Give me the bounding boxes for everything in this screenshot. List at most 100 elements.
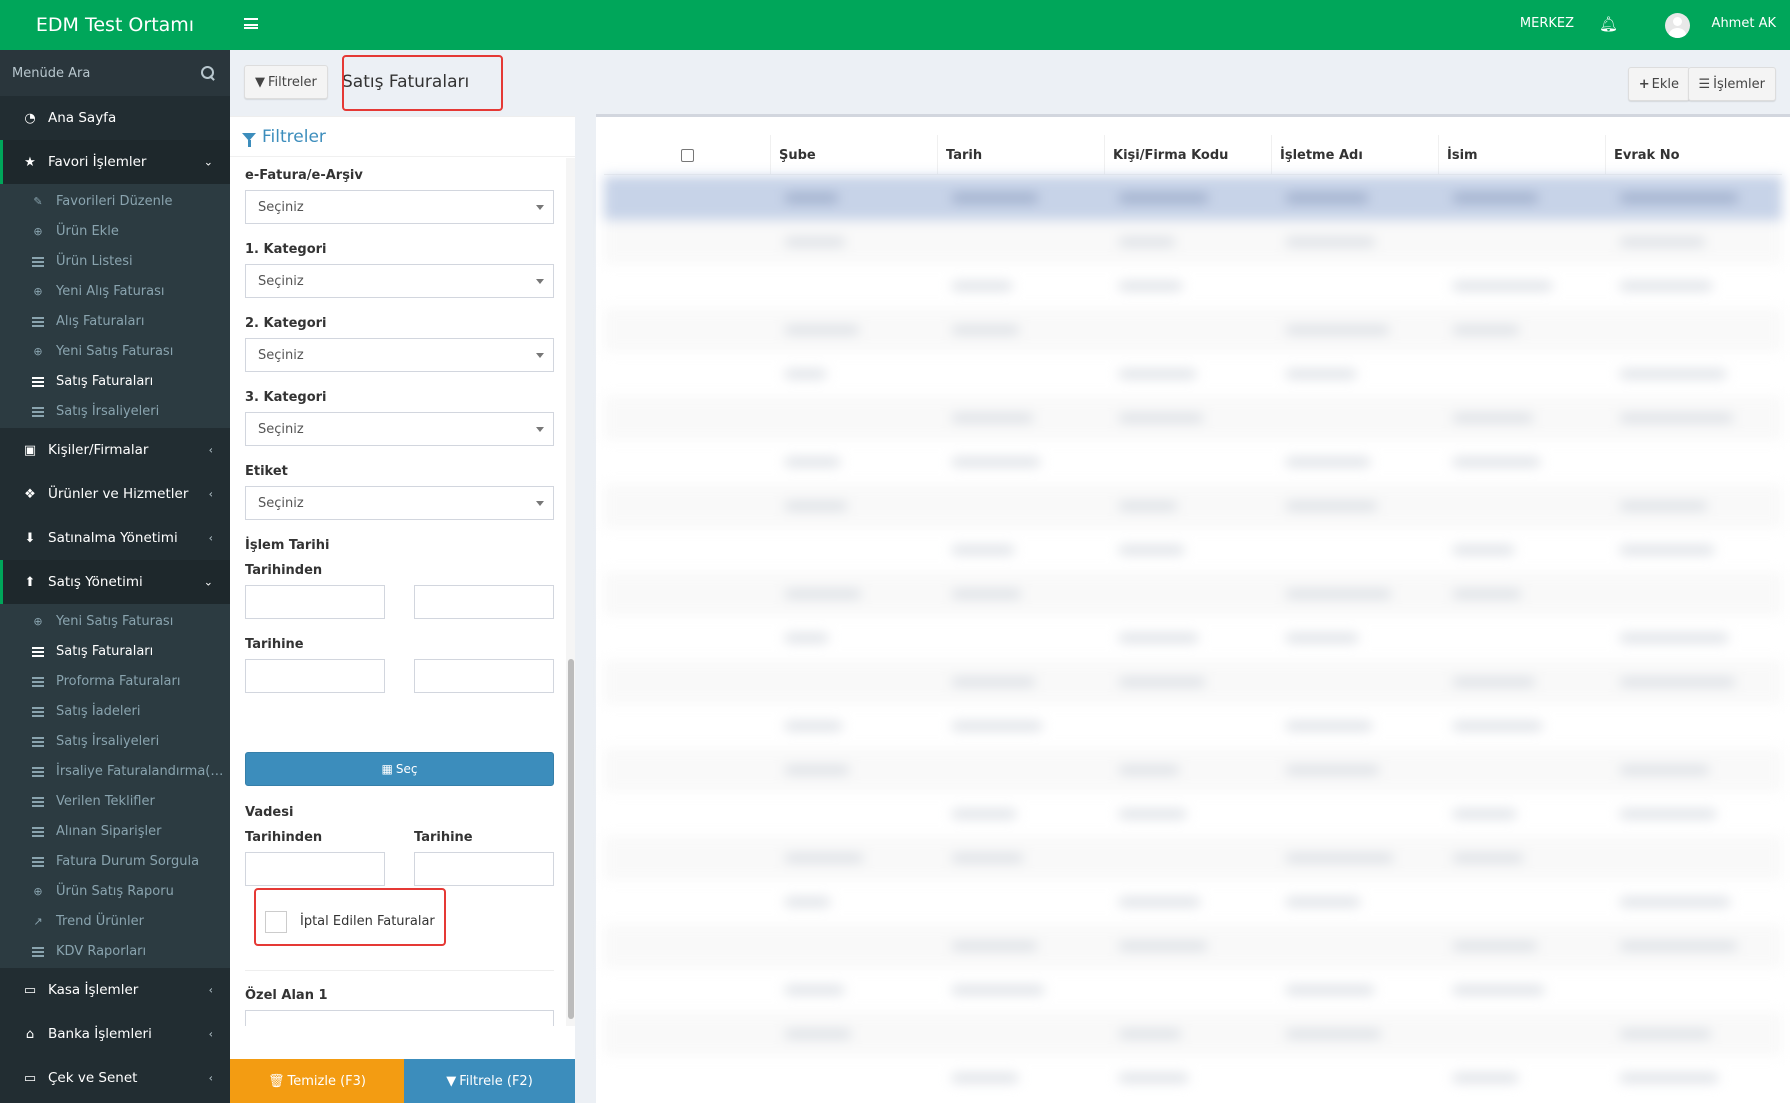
sidebar-subitem-product-sales-report[interactable]: ⊕ Ürün Satış Raporu <box>0 876 230 906</box>
table-row[interactable] <box>604 528 1782 572</box>
filters-toggle-button[interactable]: ▼ Filtreler <box>244 65 328 99</box>
sidebar-subitem-add-product[interactable]: ⊕ Ürün Ekle <box>0 216 230 246</box>
sidebar-subitem-trend-products[interactable]: ↗ Trend Ürünler <box>0 906 230 936</box>
process-date-from-time-input[interactable] <box>414 585 554 619</box>
table-row[interactable] <box>604 792 1782 836</box>
table-cell <box>1606 414 1782 422</box>
table-row[interactable] <box>604 484 1782 528</box>
sidebar-subitem-received-orders[interactable]: Alınan Siparişler <box>0 816 230 846</box>
sidebar-item-purchasing[interactable]: ⬇ Satınalma Yönetimi ‹ <box>0 516 230 560</box>
process-date-to-time-input[interactable] <box>414 659 554 693</box>
column-header-name[interactable]: İsim <box>1439 135 1606 175</box>
sidebar-subitem-waybill-invoicing[interactable]: İrsaliye Faturalandırma(… <box>0 756 230 786</box>
sidebar-subitem-proforma-invoices[interactable]: Proforma Faturaları <box>0 666 230 696</box>
sidebar-item-favorites[interactable]: ★ Favori İşlemler ⌄ <box>0 140 230 184</box>
table-row[interactable] <box>604 880 1782 924</box>
sidebar-subitem-edit-favorites[interactable]: ✎ Favorileri Düzenle <box>0 186 230 216</box>
sidebar-subitem-product-list[interactable]: Ürün Listesi <box>0 246 230 276</box>
sidebar-subitem-sales-waybills[interactable]: Satış İrsaliyeleri <box>0 726 230 756</box>
table-row[interactable] <box>604 220 1782 264</box>
table-cell <box>1606 810 1782 818</box>
table-row[interactable] <box>604 352 1782 396</box>
user-menu[interactable]: Ahmet AK <box>1712 16 1776 31</box>
branch-selector[interactable]: MERKEZ <box>1520 16 1574 31</box>
redacted-cell-content <box>1620 1074 1718 1082</box>
date-pick-button[interactable]: ▦ Seç <box>245 752 554 786</box>
sidebar-subitem-given-quotes[interactable]: Verilen Teklifler <box>0 786 230 816</box>
add-button-label: Ekle <box>1651 76 1679 92</box>
sidebar-subitem-sales-invoices[interactable]: Satış Faturaları <box>0 366 230 396</box>
table-row[interactable] <box>604 748 1782 792</box>
sidebar-subitem-vat-reports[interactable]: KDV Raporları <box>0 936 230 966</box>
sliders-icon: ☰ <box>1698 76 1711 92</box>
due-date-to-input[interactable] <box>414 852 554 886</box>
calendar-icon: ▦ <box>381 762 393 776</box>
sidebar-item-home[interactable]: ◔ Ana Sayfa <box>0 96 230 140</box>
table-row[interactable] <box>604 176 1782 220</box>
filter-scrollbar-thumb[interactable] <box>568 659 574 1019</box>
process-date-from-input[interactable] <box>245 585 385 619</box>
redacted-cell-content <box>952 678 1035 686</box>
category2-select[interactable]: Seçiniz <box>245 338 554 372</box>
table-row[interactable] <box>604 1012 1782 1056</box>
filter-scroll-area[interactable]: e-Fatura/e-Arşiv Seçiniz 1. Kategori Seç… <box>230 158 575 1026</box>
apply-filters-button[interactable]: ▼ Filtrele (F2) <box>404 1059 575 1103</box>
tag-select[interactable]: Seçiniz <box>245 486 554 520</box>
table-row[interactable] <box>604 440 1782 484</box>
plus-circle-icon: ⊕ <box>33 614 43 628</box>
sidebar-item-contacts[interactable]: ▣ Kişiler/Firmalar ‹ <box>0 428 230 472</box>
sidebar-subitem-sales-invoices[interactable]: Satış Faturaları <box>0 636 230 666</box>
table-row[interactable] <box>604 836 1782 880</box>
table-row[interactable] <box>604 968 1782 1012</box>
category3-select[interactable]: Seçiniz <box>245 412 554 446</box>
sidebar-subitem-sales-returns[interactable]: Satış İadeleri <box>0 696 230 726</box>
column-header-date[interactable]: Tarih <box>938 135 1105 175</box>
add-button[interactable]: + Ekle <box>1627 67 1690 101</box>
due-date-from-input[interactable] <box>245 852 385 886</box>
sidebar-item-sales[interactable]: ⬆ Satış Yönetimi ⌄ <box>0 560 230 604</box>
table-row[interactable] <box>604 396 1782 440</box>
chevron-left-icon: ‹ <box>208 487 213 501</box>
table-row[interactable] <box>604 1056 1782 1100</box>
column-header-business-name[interactable]: İşletme Adı <box>1272 135 1439 175</box>
table-row[interactable] <box>604 924 1782 968</box>
select-all-checkbox-cell[interactable] <box>604 135 771 175</box>
process-date-to-input[interactable] <box>245 659 385 693</box>
table-row[interactable] <box>604 704 1782 748</box>
sidebar-subitem-new-sales-invoice[interactable]: ⊕ Yeni Satış Faturası <box>0 336 230 366</box>
table-row[interactable] <box>604 308 1782 352</box>
sidebar-subitem-invoice-status-query[interactable]: Fatura Durum Sorgula <box>0 846 230 876</box>
category1-select[interactable]: Seçiniz <box>245 264 554 298</box>
clear-filters-button[interactable]: 🗑︎ Temizle (F3) <box>230 1059 404 1103</box>
table-row[interactable] <box>604 660 1782 704</box>
table-row[interactable] <box>604 572 1782 616</box>
sidebar-subitem-purchase-invoices[interactable]: Alış Faturaları <box>0 306 230 336</box>
sidebar-subitem-new-sales-invoice[interactable]: ⊕ Yeni Satış Faturası <box>0 606 230 636</box>
bell-icon[interactable]: 🔔︎ <box>1599 15 1618 33</box>
sidebar-item-cash[interactable]: ▭ Kasa İşlemler ‹ <box>0 968 230 1012</box>
sidebar-subitem-new-purchase-invoice[interactable]: ⊕ Yeni Alış Faturası <box>0 276 230 306</box>
sidebar-item-bank[interactable]: ⌂ Banka İşlemleri ‹ <box>0 1012 230 1056</box>
column-header-branch[interactable]: Şube <box>771 135 938 175</box>
sidebar-item-cheque[interactable]: ▭ Çek ve Senet ‹ <box>0 1056 230 1100</box>
table-row[interactable] <box>604 264 1782 308</box>
cancelled-invoices-label[interactable]: İptal Edilen Faturalar <box>300 914 435 929</box>
sidebar-item-products[interactable]: ❖ Ürünler ve Hizmetler ‹ <box>0 472 230 516</box>
custom-field1-input[interactable] <box>245 1010 554 1026</box>
select-all-checkbox[interactable] <box>680 148 694 162</box>
operations-button[interactable]: ☰ İşlemler <box>1687 67 1776 101</box>
column-header-contact-code[interactable]: Kişi/Firma Kodu <box>1105 135 1272 175</box>
app-title[interactable]: EDM Test Ortamı <box>0 0 230 50</box>
search-icon[interactable] <box>201 65 216 81</box>
sidebar-subitem-sales-waybills[interactable]: Satış İrsaliyeleri <box>0 396 230 426</box>
menu-search[interactable]: Menüde Ara <box>0 50 230 96</box>
table-row[interactable] <box>604 616 1782 660</box>
hamburger-menu-icon[interactable] <box>244 18 258 29</box>
menu-search-input[interactable]: Menüde Ara <box>12 66 90 81</box>
table-cell <box>1105 546 1272 554</box>
column-header-document-no[interactable]: Evrak No <box>1606 135 1782 175</box>
cancelled-invoices-checkbox[interactable] <box>265 911 287 933</box>
einvoice-select[interactable]: Seçiniz <box>245 190 554 224</box>
avatar[interactable] <box>1665 13 1690 38</box>
select-value: Seçiniz <box>258 495 304 511</box>
